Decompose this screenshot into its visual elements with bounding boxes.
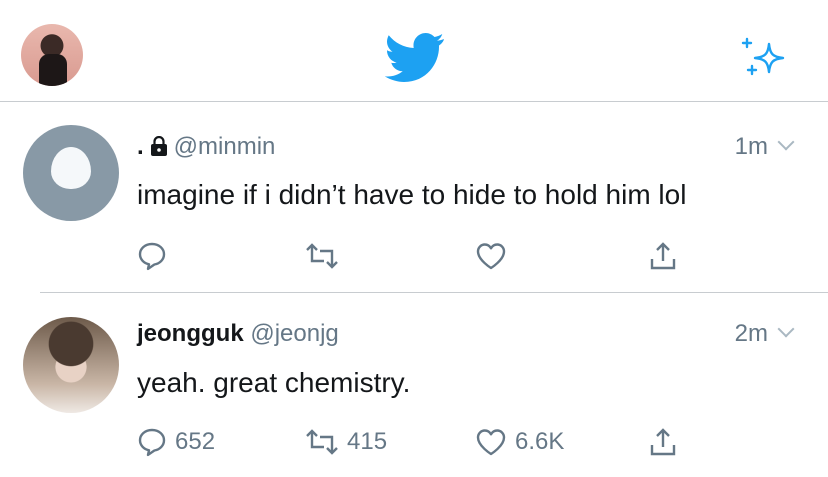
share-icon xyxy=(650,428,676,456)
like-count: 6.6K xyxy=(515,428,565,455)
tweet-text: imagine if i didn’t have to hide to hold… xyxy=(137,179,687,210)
reply-icon xyxy=(138,242,166,271)
display-name[interactable]: . xyxy=(137,133,144,160)
reply-count: 652 xyxy=(175,428,216,455)
my-profile-avatar[interactable] xyxy=(21,24,83,86)
like-icon xyxy=(476,429,506,456)
retweet-icon xyxy=(306,429,338,455)
twitter-bird-icon xyxy=(385,33,444,82)
tweet-actions xyxy=(137,241,828,273)
retweet-button[interactable]: 415 xyxy=(305,427,387,457)
chevron-down-icon[interactable] xyxy=(777,133,795,151)
timestamp: 2m xyxy=(734,320,768,347)
tweet-time: 2m xyxy=(734,320,795,348)
reply-icon xyxy=(138,428,166,457)
retweet-icon xyxy=(306,243,338,269)
timestamp: 1m xyxy=(734,133,768,160)
tweet-header: . @minmin xyxy=(137,133,275,161)
tweet-header: jeongguk @jeonjg xyxy=(137,320,339,348)
like-button[interactable]: 6.6K xyxy=(475,427,564,457)
tweet-actions: 652 415 6.6K xyxy=(137,427,828,459)
share-icon xyxy=(650,242,676,270)
like-icon xyxy=(476,243,506,270)
tweet-text: yeah. great chemistry. xyxy=(137,367,411,398)
lock-icon xyxy=(150,136,167,156)
tweet-time: 1m xyxy=(734,133,795,161)
share-button[interactable] xyxy=(649,427,677,457)
default-egg-avatar[interactable] xyxy=(23,125,119,221)
sparkle-icon[interactable] xyxy=(739,36,787,80)
user-avatar[interactable] xyxy=(23,317,119,413)
tweet[interactable]: jeongguk @jeonjg 2m yeah. great chemistr… xyxy=(0,293,828,477)
user-handle[interactable]: @minmin xyxy=(174,133,276,160)
retweet-button[interactable] xyxy=(305,241,347,271)
reply-button[interactable] xyxy=(137,241,175,271)
tweet[interactable]: . @minmin 1m imagine if i didn’t have to … xyxy=(0,103,828,292)
share-button[interactable] xyxy=(649,241,677,271)
user-handle[interactable]: @jeonjg xyxy=(250,320,338,347)
display-name[interactable]: jeongguk xyxy=(137,320,244,347)
top-bar xyxy=(0,0,828,102)
chevron-down-icon[interactable] xyxy=(777,320,795,338)
like-button[interactable] xyxy=(475,241,515,271)
retweet-count: 415 xyxy=(347,428,388,455)
reply-button[interactable]: 652 xyxy=(137,427,215,457)
